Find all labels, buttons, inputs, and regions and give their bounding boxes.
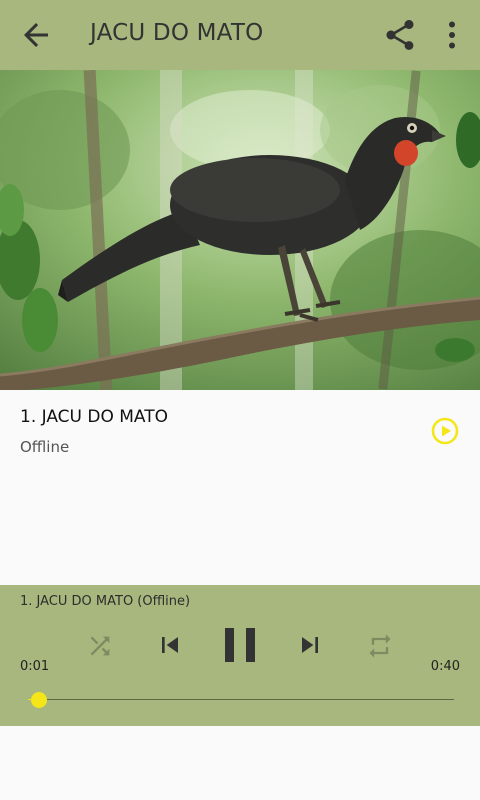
- repeat-icon[interactable]: [366, 632, 394, 660]
- empty-area: [0, 726, 480, 800]
- seek-bar-thumb[interactable]: [30, 692, 47, 708]
- track-status: Offline: [20, 438, 70, 456]
- more-vert-icon[interactable]: [437, 17, 467, 53]
- bird-photo: [0, 70, 480, 390]
- shuffle-icon[interactable]: [86, 632, 114, 660]
- page-title: JACU DO MATO: [90, 20, 264, 46]
- seek-bar[interactable]: [28, 699, 454, 700]
- skip-previous-icon[interactable]: [154, 629, 186, 661]
- media-player: 1. JACU DO MATO (Offline) 0:01 0:40: [0, 585, 480, 726]
- app-bar: JACU DO MATO: [0, 0, 480, 70]
- track-title: 1. JACU DO MATO: [20, 407, 169, 427]
- bird-photo-illustration: [0, 70, 480, 390]
- now-playing-label: 1. JACU DO MATO (Offline): [20, 594, 191, 609]
- elapsed-time: 0:01: [20, 659, 50, 674]
- play-circle-icon[interactable]: [430, 416, 460, 446]
- pause-icon[interactable]: [220, 625, 260, 665]
- track-list-item[interactable]: 1. JACU DO MATO Offline: [0, 390, 480, 585]
- total-duration: 0:40: [430, 659, 460, 674]
- skip-next-icon[interactable]: [294, 629, 326, 661]
- arrow-back-icon[interactable]: [18, 17, 54, 53]
- share-icon[interactable]: [382, 17, 418, 53]
